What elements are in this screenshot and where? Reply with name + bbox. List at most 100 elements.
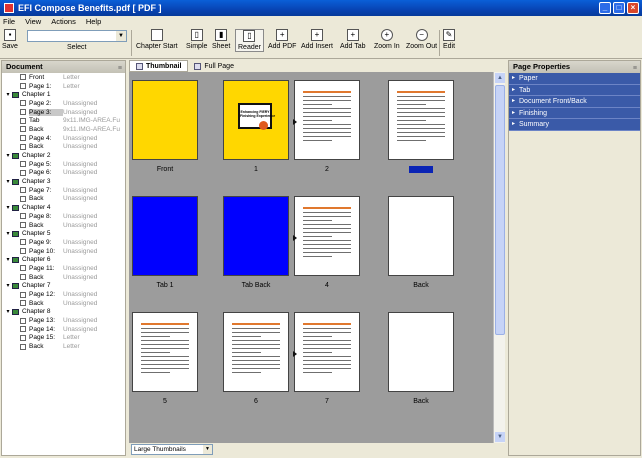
tree-page-row[interactable]: Back Unassigned	[2, 273, 125, 282]
scroll-up-icon[interactable]: ▲	[495, 73, 505, 83]
tree-item-name: Page 7:	[29, 186, 52, 194]
expand-icon[interactable]: ▾	[4, 91, 12, 98]
tree-chapter-row[interactable]: ▾ Chapter 1	[2, 90, 125, 99]
page-thumbnail[interactable]	[293, 80, 360, 160]
menu-actions[interactable]: Actions	[51, 17, 76, 26]
tree-page-row[interactable]: Page 10: Unassigned	[2, 247, 125, 256]
expand-icon[interactable]: ▾	[4, 178, 12, 185]
tree-page-row[interactable]: Back 9x11.IMG-AREA.Fu	[2, 125, 125, 134]
expand-icon[interactable]: ▾	[4, 282, 12, 289]
tree-page-row[interactable]: Back Unassigned	[2, 195, 125, 204]
property-summary[interactable]: Summary	[509, 119, 640, 131]
simple-view-button[interactable]: ▯ Simple	[186, 29, 207, 50]
tree-page-row[interactable]: Page 9: Unassigned	[2, 238, 125, 247]
page-thumbnail[interactable]	[132, 312, 198, 392]
tree-item-name: Back	[29, 143, 44, 151]
save-button[interactable]: ▪ Save	[2, 29, 18, 50]
property-document-front-back[interactable]: Document Front/Back	[509, 96, 640, 108]
tree-page-row[interactable]: Page 13: Unassigned	[2, 316, 125, 325]
tab-full-page[interactable]: Full Page	[188, 60, 240, 72]
tree-page-row[interactable]: Front Letter	[2, 73, 125, 82]
tree-item-name: Page 9:	[29, 238, 52, 246]
expand-icon[interactable]: ▾	[4, 308, 12, 315]
edit-icon: ✎	[443, 29, 456, 41]
tree-item-name: Page 15:	[29, 334, 56, 342]
simple-view-icon: ▯	[190, 29, 203, 41]
maximize-button[interactable]: □	[613, 2, 625, 14]
tree-page-row[interactable]: Back Unassigned	[2, 299, 125, 308]
zoom-out-button[interactable]: − Zoom Out	[406, 29, 437, 50]
minimize-button[interactable]: _	[599, 2, 611, 14]
page-thumbnail[interactable]	[223, 196, 289, 276]
page-thumbnail[interactable]	[293, 312, 360, 392]
zoom-in-button[interactable]: + Zoom In	[374, 29, 400, 50]
tree-page-row[interactable]: Page 15: Letter	[2, 334, 125, 343]
expand-icon[interactable]: ▾	[4, 204, 12, 211]
add-insert-icon: +	[310, 29, 323, 41]
tree-page-row[interactable]: Page 11: Unassigned	[2, 264, 125, 273]
page-icon	[20, 239, 26, 246]
tree-page-row[interactable]: Page 1: Letter	[2, 82, 125, 91]
page-icon	[20, 274, 26, 281]
tree-chapter-row[interactable]: ▾ Chapter 4	[2, 203, 125, 212]
page-thumbnail[interactable]	[388, 80, 454, 160]
vertical-scrollbar[interactable]: ▲ ▼	[493, 72, 505, 443]
scroll-down-icon[interactable]: ▼	[495, 432, 505, 442]
tree-page-row[interactable]: Page 6: Unassigned	[2, 169, 125, 178]
tree-page-row[interactable]: Page 3: Unassigned	[2, 108, 125, 117]
menu-help[interactable]: Help	[86, 17, 101, 26]
select-dropdown[interactable]: ▼	[27, 30, 127, 42]
tree-page-row[interactable]: Back Unassigned	[2, 221, 125, 230]
thumbnail-size-select[interactable]: Large Thumbnails ▼	[131, 444, 213, 455]
add-insert-button[interactable]: + Add Insert	[301, 29, 333, 50]
close-button[interactable]: ×	[627, 2, 639, 14]
page-thumbnail[interactable]	[293, 196, 360, 276]
page-icon	[20, 100, 26, 107]
menu-file[interactable]: File	[3, 17, 15, 26]
expand-icon[interactable]: ▾	[4, 256, 12, 263]
tree-item-name: Page 3:	[29, 108, 63, 116]
menu-view[interactable]: View	[25, 17, 41, 26]
tree-page-row[interactable]: Page 12: Unassigned	[2, 290, 125, 299]
reader-view-button[interactable]: ▯ Reader	[235, 29, 264, 52]
tree-page-row[interactable]: Page 14: Unassigned	[2, 325, 125, 334]
sheet-view-button[interactable]: ▮ Sheet	[212, 29, 230, 50]
scrollbar-thumb[interactable]	[495, 85, 505, 335]
edit-button[interactable]: ✎ Edit	[443, 29, 455, 50]
expand-icon[interactable]: ▾	[4, 230, 12, 237]
property-finishing[interactable]: Finishing	[509, 107, 640, 119]
chevron-down-icon: ▼	[116, 31, 126, 41]
chapter-start-button[interactable]: Chapter Start	[136, 29, 178, 50]
tree-page-row[interactable]: Page 7: Unassigned	[2, 186, 125, 195]
tree-chapter-row[interactable]: ▾ Chapter 2	[2, 151, 125, 160]
tree-chapter-row[interactable]: ▾ Chapter 5	[2, 229, 125, 238]
tree-chapter-row[interactable]: ▾ Chapter 8	[2, 308, 125, 317]
add-tab-button[interactable]: + Add Tab	[340, 29, 366, 50]
property-paper[interactable]: Paper	[509, 73, 640, 85]
page-thumbnail[interactable]	[132, 80, 198, 160]
property-tab[interactable]: Tab	[509, 84, 640, 96]
page-thumbnail[interactable]	[223, 312, 289, 392]
tree-page-row[interactable]: Back Letter	[2, 342, 125, 351]
tree-page-row[interactable]: Page 8: Unassigned	[2, 212, 125, 221]
tree-chapter-row[interactable]: ▾ Chapter 6	[2, 255, 125, 264]
title-bar: EFI Compose Benefits.pdf [ PDF ] _ □ ×	[0, 0, 642, 16]
page-thumbnail[interactable]	[388, 196, 454, 276]
page-thumbnail[interactable]	[388, 312, 454, 392]
tree-page-row[interactable]: Page 5: Unassigned	[2, 160, 125, 169]
add-pdf-button[interactable]: + Add PDF	[268, 29, 296, 50]
tree-chapter-row[interactable]: ▾ Chapter 3	[2, 177, 125, 186]
tree-item-media: Letter	[63, 82, 80, 90]
page-thumbnail[interactable]	[132, 196, 198, 276]
page-icon	[20, 317, 26, 324]
tree-chapter-row[interactable]: ▾ Chapter 7	[2, 282, 125, 291]
tab-thumbnail[interactable]: Thumbnail	[129, 60, 189, 72]
tree-page-row[interactable]: Page 2: Unassigned	[2, 99, 125, 108]
tree-page-row[interactable]: Page 4: Unassigned	[2, 134, 125, 143]
tree-item-media: Unassigned	[63, 143, 98, 151]
tree-page-row[interactable]: Back Unassigned	[2, 143, 125, 152]
page-thumbnail[interactable]: Enhancing FIERY Finishing Experience	[223, 80, 289, 160]
tree-item-media: Unassigned	[63, 238, 98, 246]
tree-page-row[interactable]: Tab 9x11.IMG-AREA.Fu	[2, 116, 125, 125]
expand-icon[interactable]: ▾	[4, 152, 12, 159]
